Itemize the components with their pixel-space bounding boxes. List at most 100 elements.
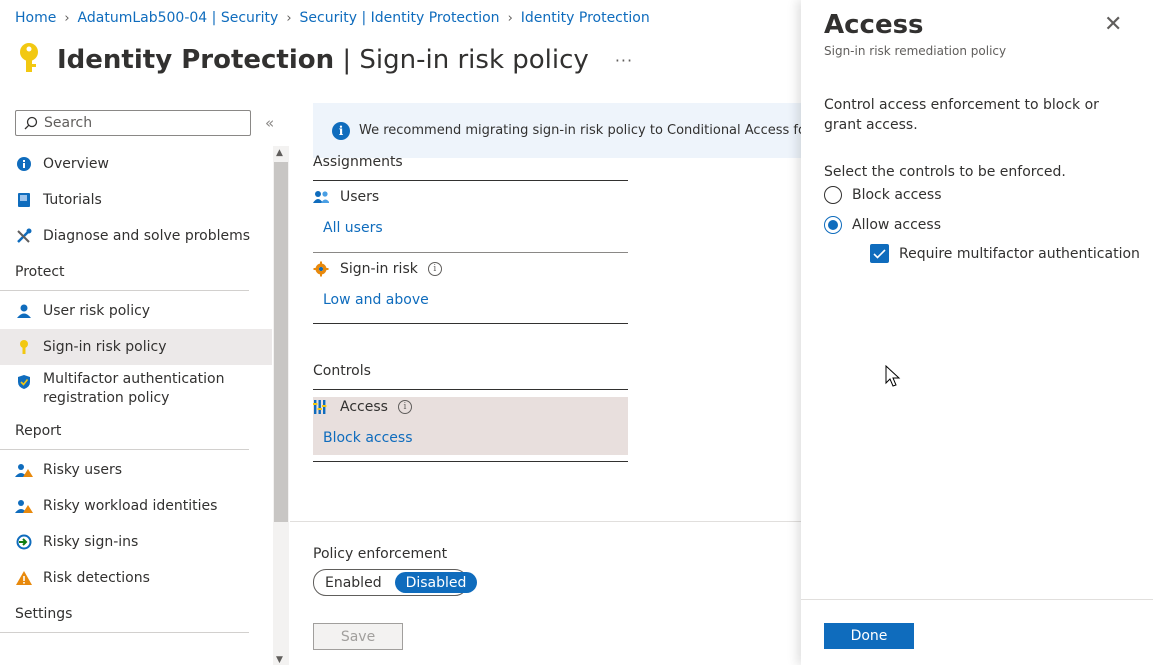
- panel-title: Access: [824, 10, 924, 40]
- require-mfa-checkbox[interactable]: Require multifactor authentication: [870, 244, 1140, 263]
- sidebar-nav: Overview Tutorials Diagnose and solve pr…: [0, 146, 272, 633]
- page-title: Identity Protection | Sign-in risk polic…: [57, 45, 589, 75]
- workload-icon: [15, 497, 33, 515]
- banner-text: We recommend migrating sign-in risk poli…: [359, 123, 801, 138]
- radio-unchecked[interactable]: [824, 186, 842, 204]
- divider: [313, 323, 628, 324]
- section-protect: Protect: [0, 254, 249, 291]
- section-heading-report: Report: [15, 423, 62, 439]
- mouse-pointer-icon: [885, 364, 901, 393]
- radio-checked[interactable]: [824, 216, 842, 234]
- gear-icon: [313, 261, 329, 277]
- sidebar-item-tutorials[interactable]: Tutorials: [0, 182, 272, 218]
- sidebar-item-risky-users[interactable]: Risky users: [0, 452, 272, 488]
- sidebar-item-risk-detections[interactable]: Risk detections: [0, 560, 272, 596]
- section-heading-protect: Protect: [15, 264, 65, 280]
- info-icon[interactable]: i: [427, 262, 442, 276]
- sidebar-item-label: Risky workload identities: [43, 498, 218, 514]
- breadcrumb-home[interactable]: Home: [15, 10, 56, 26]
- book-icon: [15, 191, 33, 209]
- sidebar-item-label: Multifactor authentication registration …: [43, 371, 225, 406]
- sidebar-item-label: Diagnose and solve problems: [43, 228, 251, 244]
- chevron-right-icon: ›: [64, 10, 70, 26]
- chevron-right-icon: ›: [286, 10, 292, 26]
- sidebar-item-label: Tutorials: [43, 192, 102, 208]
- assignments-heading: Assignments: [313, 154, 403, 170]
- policy-enforcement-toggle[interactable]: Enabled Disabled: [313, 569, 478, 596]
- checkmark-icon[interactable]: [870, 244, 889, 263]
- toggle-enabled-option[interactable]: Enabled: [314, 572, 393, 593]
- breadcrumb-tenant-security[interactable]: AdatumLab500-04 | Security: [78, 10, 279, 26]
- sidebar-item-risky-workload-identities[interactable]: Risky workload identities: [0, 488, 272, 524]
- user-icon: [15, 302, 33, 320]
- scroll-down-icon[interactable]: ▼: [276, 655, 283, 665]
- section-settings: Settings: [0, 596, 249, 633]
- shield-icon: [15, 373, 33, 391]
- sidebar-item-label: Overview: [43, 156, 109, 172]
- divider: [313, 461, 628, 462]
- allow-access-radio[interactable]: Allow access: [824, 216, 941, 234]
- sidebar-scrollbar[interactable]: ▲ ▼: [273, 146, 289, 665]
- breadcrumb-security-identity-protection[interactable]: Security | Identity Protection: [300, 10, 500, 26]
- sign-in-risk-label: Sign-in risk i: [313, 261, 442, 277]
- users-icon: [313, 189, 329, 205]
- sidebar-item-label: Risk detections: [43, 570, 150, 586]
- sidebar-item-user-risk-policy[interactable]: User risk policy: [0, 293, 272, 329]
- block-access-label: Block access: [852, 187, 942, 203]
- sidebar-item-label: Risky users: [43, 462, 123, 478]
- block-access-radio[interactable]: Block access: [824, 186, 942, 204]
- section-divider: [290, 521, 801, 522]
- sign-in-risk-label-text: Sign-in risk: [340, 261, 418, 277]
- allow-access-label: Allow access: [852, 217, 941, 233]
- chevron-right-icon: ›: [507, 10, 513, 26]
- panel-footer-divider: [801, 599, 1153, 600]
- sidebar-item-risky-sign-ins[interactable]: Risky sign-ins: [0, 524, 272, 560]
- select-controls-prompt: Select the controls to be enforced.: [824, 164, 1066, 180]
- signin-icon: [15, 533, 33, 551]
- key-icon: [15, 338, 33, 356]
- sidebar-item-overview[interactable]: Overview: [0, 146, 272, 182]
- access-icon: [313, 399, 329, 415]
- migration-banner: i We recommend migrating sign-in risk po…: [313, 103, 801, 158]
- more-options-button[interactable]: ···: [615, 51, 633, 70]
- done-button[interactable]: Done: [824, 623, 914, 649]
- sidebar-item-label: Risky sign-ins: [43, 534, 139, 550]
- key-icon: [15, 40, 43, 80]
- access-panel: Access Sign-in risk remediation policy ✕…: [801, 0, 1153, 665]
- wrench-icon: [15, 227, 33, 245]
- panel-subtitle: Sign-in risk remediation policy: [824, 44, 1007, 58]
- info-icon: [15, 155, 33, 173]
- sidebar-item-mfa-registration-policy[interactable]: Multifactor authentication registration …: [0, 365, 272, 413]
- close-icon[interactable]: ✕: [1104, 12, 1122, 37]
- scroll-up-icon[interactable]: ▲: [276, 148, 283, 158]
- save-button[interactable]: Save: [313, 623, 403, 650]
- access-label: Access i: [313, 399, 412, 415]
- panel-description: Control access enforcement to block or g…: [824, 97, 1099, 133]
- search-icon: [24, 116, 38, 130]
- divider: [313, 389, 628, 390]
- access-label-text: Access: [340, 399, 388, 415]
- controls-heading: Controls: [313, 363, 371, 379]
- page-header: Identity Protection | Sign-in risk polic…: [15, 40, 633, 80]
- info-icon: i: [332, 121, 350, 140]
- divider: [313, 252, 628, 253]
- access-value-link[interactable]: Block access: [323, 430, 413, 446]
- breadcrumb-identity-protection[interactable]: Identity Protection: [521, 10, 650, 26]
- users-label-text: Users: [340, 189, 380, 205]
- info-icon[interactable]: i: [397, 400, 412, 414]
- sidebar-item-diagnose[interactable]: Diagnose and solve problems: [0, 218, 272, 254]
- sign-in-risk-value-link[interactable]: Low and above: [323, 292, 429, 308]
- breadcrumb: Home › AdatumLab500-04 | Security › Secu…: [15, 10, 650, 26]
- users-value-link[interactable]: All users: [323, 220, 383, 236]
- sidebar-item-label: Sign-in risk policy: [43, 339, 167, 355]
- sidebar-item-sign-in-risk-policy[interactable]: Sign-in risk policy: [0, 329, 272, 365]
- sidebar-item-label: User risk policy: [43, 303, 151, 319]
- divider: [313, 180, 628, 181]
- risky-user-icon: [15, 461, 33, 479]
- search-input[interactable]: Search: [15, 110, 251, 136]
- require-mfa-label: Require multifactor authentication: [899, 245, 1140, 262]
- scrollbar-thumb[interactable]: [274, 162, 288, 522]
- policy-enforcement-label: Policy enforcement: [313, 546, 448, 562]
- toggle-disabled-option[interactable]: Disabled: [394, 572, 478, 593]
- collapse-sidebar-button[interactable]: «: [265, 114, 274, 132]
